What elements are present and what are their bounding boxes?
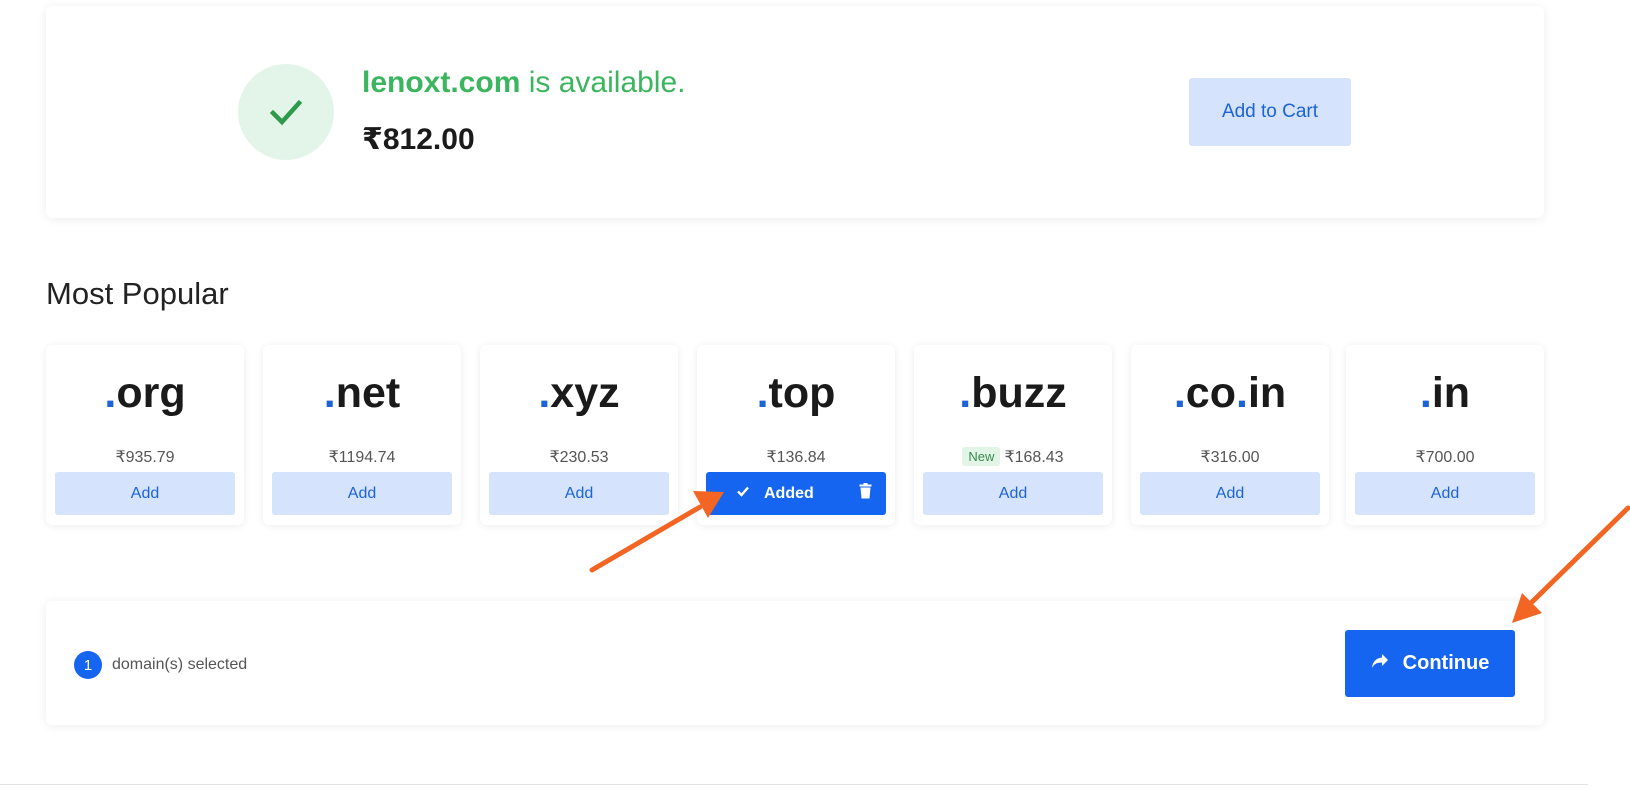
tld-price: ₹316.00 — [1200, 449, 1260, 466]
tld-price: ₹700.00 — [1415, 449, 1475, 466]
domain-availability-card: lenoxt.com is available. ₹812.00 Add to … — [46, 6, 1544, 218]
add-tld-button[interactable]: Add — [1355, 472, 1535, 515]
continue-button[interactable]: Continue — [1345, 630, 1515, 697]
add-tld-button[interactable]: Add — [1140, 472, 1320, 515]
domain-search-page: lenoxt.com is available. ₹812.00 Add to … — [0, 0, 1630, 790]
tld-card-net: .net ₹1194.74 Add — [263, 345, 461, 525]
tld-name: .xyz — [538, 369, 620, 417]
most-popular-heading: Most Popular — [46, 276, 229, 311]
tld-name: .in — [1419, 369, 1471, 417]
tld-card-co-in: .co.in ₹316.00 Add — [1131, 345, 1329, 525]
added-label: Added — [764, 484, 814, 502]
searched-domain: lenoxt.com — [362, 66, 521, 99]
domain-price: ₹812.00 — [362, 123, 475, 156]
selected-count-badge: 1 — [74, 651, 102, 679]
tld-name: .top — [756, 369, 836, 417]
tld-price: ₹935.79 — [115, 449, 175, 466]
tld-price: ₹230.53 — [549, 449, 609, 466]
selected-count-label: domain(s) selected — [112, 656, 248, 673]
tld-card-in: .in ₹700.00 Add — [1346, 345, 1544, 525]
add-tld-button[interactable]: Add — [923, 472, 1103, 515]
tld-name: .co.in — [1173, 369, 1287, 417]
add-tld-button[interactable]: Add — [272, 472, 452, 515]
trash-icon[interactable] — [859, 483, 872, 504]
added-tld-button[interactable]: Added — [706, 472, 886, 515]
selection-bar: 1 domain(s) selected Continue — [46, 601, 1544, 725]
new-badge: New — [962, 447, 1001, 466]
tld-card-org: .org ₹935.79 Add — [46, 345, 244, 525]
tld-card-buzz: .buzz New ₹168.43 Add — [914, 345, 1112, 525]
checkmark-icon — [736, 484, 750, 503]
available-check-icon — [238, 64, 334, 160]
tld-card-xyz: .xyz ₹230.53 Add — [480, 345, 678, 525]
add-to-cart-button[interactable]: Add to Cart — [1189, 78, 1351, 146]
add-tld-button[interactable]: Add — [489, 472, 669, 515]
tld-card-top: .top ₹136.84 Added — [697, 345, 895, 525]
footer-divider — [0, 784, 1588, 785]
popular-tld-list: .org ₹935.79 Add .net ₹1194.74 Add .xyz … — [46, 345, 1544, 525]
share-arrow-icon — [1371, 652, 1389, 675]
availability-message: lenoxt.com is available. — [362, 66, 685, 100]
tld-price: ₹1194.74 — [328, 449, 396, 466]
tld-price: ₹136.84 — [766, 449, 826, 466]
add-tld-button[interactable]: Add — [55, 472, 235, 515]
tld-name: .net — [323, 369, 401, 417]
tld-name: .buzz — [959, 369, 1067, 417]
availability-status: is available. — [520, 66, 686, 99]
continue-label: Continue — [1402, 652, 1490, 674]
tld-price: New ₹168.43 — [914, 447, 1112, 467]
tld-name: .org — [104, 369, 186, 417]
